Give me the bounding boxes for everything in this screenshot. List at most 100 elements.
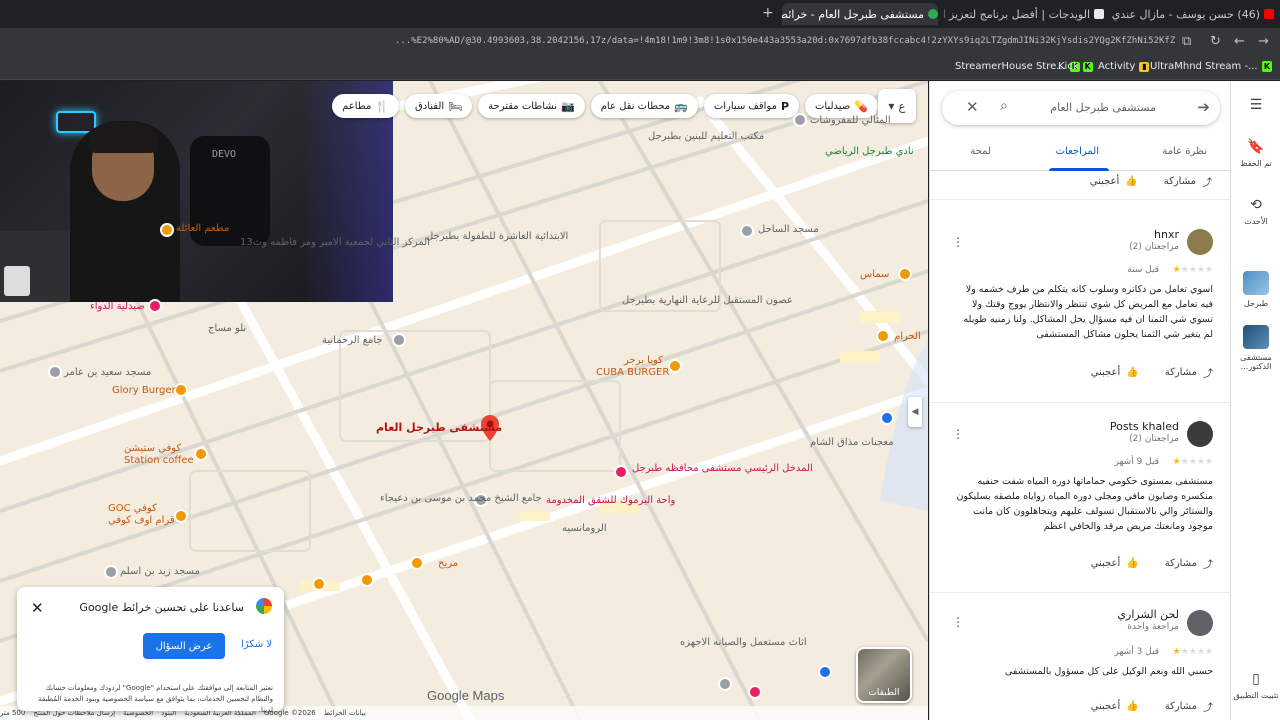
bookmark-activity[interactable]: Activity ▮ [1098, 61, 1150, 72]
selected-place-label[interactable]: مستشفى طبرجل العام [376, 421, 502, 434]
tab-reviews[interactable]: المراجعات [1056, 146, 1099, 157]
close-icon[interactable]: ✕ [31, 599, 44, 617]
menu-button[interactable]: ☰ [1231, 97, 1280, 117]
place-label[interactable]: مطعم العائلة [176, 223, 229, 234]
poi-marker[interactable] [740, 224, 754, 238]
poi-marker[interactable] [48, 365, 62, 379]
place-label[interactable]: نلو مساج [208, 323, 246, 334]
place-label[interactable]: واحة اليرموك للشقق المخدومة [546, 495, 675, 506]
like-button[interactable]: 👍 أعجبني [1091, 365, 1139, 380]
place-label[interactable]: معجنات مذاق الشام [810, 437, 894, 448]
poi-marker[interactable] [793, 113, 807, 127]
place-label[interactable]: الحرام [894, 331, 921, 342]
poi-marker[interactable] [880, 411, 894, 425]
place-label[interactable]: Glory Burger [112, 385, 176, 396]
back-icon[interactable]: → [1258, 34, 1269, 49]
more-options-icon[interactable]: ⋮ [952, 615, 964, 629]
chip-hotels[interactable]: 🛏 الفنادق [405, 94, 473, 118]
poi-marker[interactable] [668, 359, 682, 373]
close-icon[interactable]: ✕ [966, 98, 979, 116]
place-label[interactable]: جامع الرحمانية [322, 335, 383, 346]
place-label[interactable]: الرومانسيه [562, 523, 607, 534]
poi-marker[interactable] [194, 447, 208, 461]
reviewer-name[interactable]: hnxr [1154, 228, 1179, 241]
avatar[interactable] [1187, 421, 1213, 447]
place-label[interactable]: عصون المستقبل للرعاية النهارية بطبرجل [622, 295, 793, 306]
place-label[interactable]: كوفي GOC [108, 503, 157, 514]
poi-marker[interactable] [312, 577, 326, 591]
saved-button[interactable]: 🔖 تم الحفظ [1231, 139, 1280, 168]
avatar[interactable] [1187, 610, 1213, 636]
place-label[interactable]: كوفي ستيشن [124, 443, 181, 454]
show-question-button[interactable]: عرض السؤال [143, 633, 225, 659]
new-tab-button[interactable]: + [762, 5, 774, 21]
poi-marker[interactable] [876, 329, 890, 343]
poi-marker[interactable] [360, 573, 374, 587]
poi-marker[interactable] [748, 685, 762, 699]
place-label[interactable]: المدخل الرئيسي مستشفى محافظه طبرجل [632, 463, 813, 474]
like-button[interactable]: 👍 أعجبني [1090, 174, 1138, 189]
poi-marker[interactable] [104, 565, 118, 579]
poi-marker[interactable] [160, 223, 174, 237]
chip-parking[interactable]: P مواقف سيارات [703, 94, 799, 118]
place-label[interactable]: مكتب التعليم للبنين بطبرجل [648, 131, 764, 142]
reviewer-name[interactable]: Posts khaled [1110, 420, 1179, 433]
forward-icon[interactable]: ← [1234, 34, 1245, 49]
place-label[interactable]: Station coffee [124, 455, 194, 466]
share-button[interactable]: ⤴ مشاركة [1164, 174, 1212, 189]
poi-marker[interactable] [898, 267, 912, 281]
more-options-icon[interactable]: ⋮ [952, 427, 964, 441]
recent-item[interactable]: طبرجل [1231, 271, 1280, 308]
place-label[interactable]: قرام اوف كوفي [108, 515, 175, 526]
place-label[interactable]: مسجد سعيد بن عامر [64, 367, 151, 378]
poi-marker[interactable] [174, 383, 188, 397]
avatar[interactable] [1187, 229, 1213, 255]
like-button[interactable]: 👍 أعجبني [1091, 699, 1139, 714]
install-icon[interactable]: ⧉ [1182, 34, 1191, 49]
share-button[interactable]: ⤴ مشاركة [1165, 365, 1213, 380]
tab-youtube[interactable]: (46) حسن يوسف - مازال عندي الـ ✕ [1110, 3, 1274, 25]
place-label[interactable]: جامع الشيخ محمد بن موسى بن دعيجاء [380, 493, 542, 504]
share-button[interactable]: ⤴ مشاركة [1165, 699, 1213, 714]
place-label[interactable]: مسجد زيد بن اسلم [120, 566, 200, 577]
poi-marker[interactable] [148, 299, 162, 313]
poi-marker[interactable] [818, 665, 832, 679]
install-app-button[interactable]: ▯ تثبيت التطبيق [1231, 671, 1280, 700]
place-label[interactable]: الابتدائية العاشرة للطفولة بطبرجل [426, 231, 568, 242]
search-box[interactable]: ➔ مستشفى طبرجل العام ⌕ ✕ [942, 91, 1220, 125]
more-options-icon[interactable]: ⋮ [952, 235, 964, 249]
recent-item[interactable]: مستشفى الدكتور... [1231, 325, 1280, 371]
chip-restaurants[interactable]: 🍴 مطاعم [332, 94, 400, 118]
chip-transit[interactable]: 🚌 محطات نقل عام [590, 94, 698, 118]
place-label[interactable]: CUBA BURGER [596, 367, 669, 378]
tab-overview[interactable]: نظرة عامة [1162, 146, 1207, 157]
recent-button[interactable]: ⟲ الأحدث [1231, 197, 1280, 226]
place-label[interactable]: مريح [438, 558, 458, 569]
tab-widgets[interactable]: الويدجات | أفضل برنامج لتعزيز ا ✕ [944, 3, 1104, 25]
place-label[interactable]: المركز الثاني لجمعية الامير ومر فاطمه وث… [240, 237, 430, 248]
like-button[interactable]: 👍 أعجبني [1091, 556, 1139, 571]
tab-about[interactable]: لمحة [970, 146, 991, 157]
place-label[interactable]: المثالي للمفروشات [810, 115, 891, 126]
bookmark-kick-extra[interactable]: K [1262, 61, 1272, 71]
search-input[interactable]: مستشفى طبرجل العام [1050, 101, 1156, 114]
share-button[interactable]: ⤴ مشاركة [1165, 556, 1213, 571]
place-label[interactable]: سماس [860, 269, 889, 280]
bookmark-kick[interactable]: Kick K [1058, 61, 1093, 72]
poi-marker[interactable] [718, 677, 732, 691]
reload-icon[interactable]: ↻ [1210, 34, 1221, 49]
poi-marker[interactable] [410, 556, 424, 570]
reviewer-name[interactable]: لحن الشراري [1117, 608, 1179, 621]
place-label[interactable]: مسجد الساحل [758, 224, 819, 235]
poi-marker[interactable] [392, 333, 406, 347]
directions-arrow-icon[interactable]: ➔ [1197, 98, 1210, 116]
bookmark-ultramhnd[interactable]: UltraMhnd Stream -... K [1150, 61, 1272, 72]
poi-marker[interactable] [174, 509, 188, 523]
place-label[interactable]: اثاث مستعمل والصيانه الاجهزه [680, 637, 807, 648]
collapse-panel-button[interactable]: ◀ [908, 397, 922, 427]
layers-button[interactable]: الطبقات [856, 647, 912, 703]
poi-marker[interactable] [614, 465, 628, 479]
place-label[interactable]: كوبا برجر [624, 355, 663, 366]
tab-maps[interactable]: مستشفى طبرجل العام - خرائط Goo ✕ [782, 3, 938, 25]
address-bar[interactable]: ...%E2%80%AD/@30.4993603,38.2042156,17z/… [395, 36, 1175, 50]
